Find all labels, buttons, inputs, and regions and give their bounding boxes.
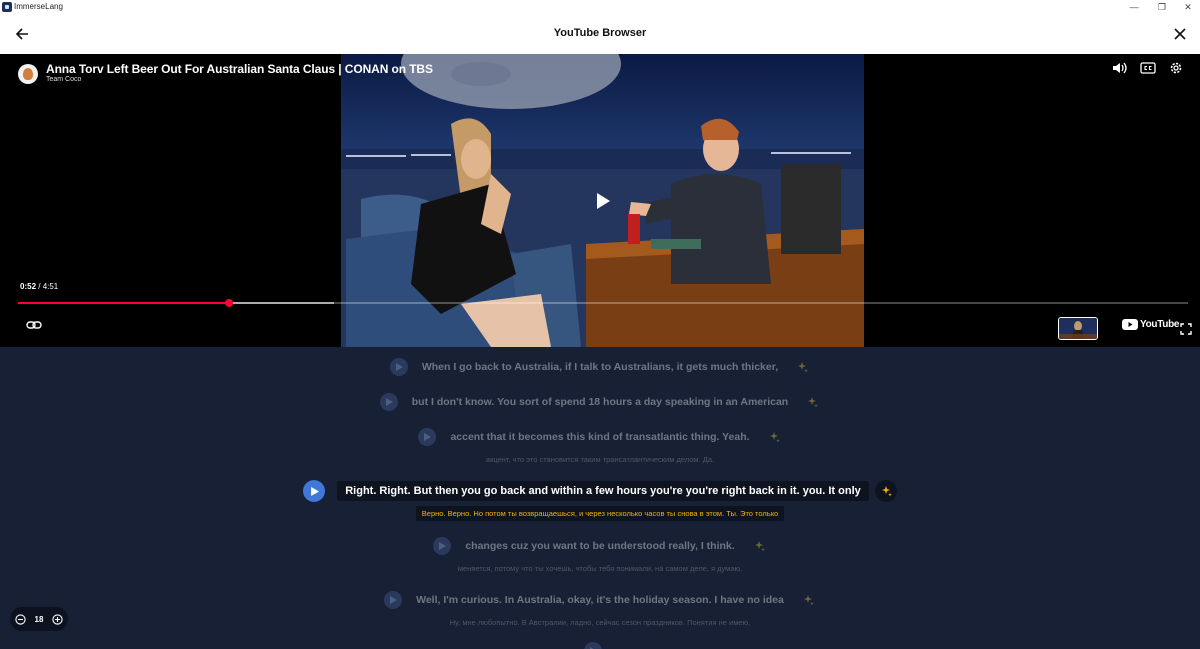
subtitle-play-button[interactable]: [379, 393, 398, 411]
settings-button[interactable]: [1166, 60, 1186, 76]
play-icon: [395, 363, 403, 371]
progress-bar[interactable]: [18, 299, 1188, 307]
volume-button[interactable]: [1110, 60, 1130, 76]
subtitle-text[interactable]: but I don't know. You sort of spend 18 h…: [412, 396, 788, 408]
sparkle-icon: [808, 397, 818, 408]
duration: 4:51: [42, 282, 59, 291]
play-button[interactable]: [592, 190, 614, 212]
subtitle-text[interactable]: When I go back to Australia, if I talk t…: [422, 361, 778, 373]
copy-link-button[interactable]: [26, 318, 42, 332]
minimize-button[interactable]: —: [1120, 0, 1148, 14]
subtitle-line[interactable]: [0, 642, 1200, 649]
close-button[interactable]: [1168, 22, 1192, 46]
ai-explain-button[interactable]: [800, 592, 816, 608]
ai-explain-button[interactable]: [804, 394, 820, 410]
video-player[interactable]: Anna Torv Left Beer Out For Australian S…: [0, 54, 1200, 347]
subtitle-line[interactable]: Well, I'm curious. In Australia, okay, i…: [0, 591, 1200, 609]
sparkle-icon: [769, 432, 780, 443]
subtitle-play-button[interactable]: [303, 480, 326, 502]
ai-explain-button[interactable]: [874, 480, 897, 502]
close-icon: [1174, 28, 1186, 40]
progress-played: [18, 302, 229, 304]
subtitle-line[interactable]: When I go back to Australia, if I talk t…: [0, 358, 1200, 376]
subtitle-line[interactable]: changes cuz you want to be understood re…: [0, 537, 1200, 555]
closed-captions-icon: [1140, 62, 1156, 74]
video-title[interactable]: Anna Torv Left Beer Out For Australian S…: [46, 62, 433, 76]
channel-name[interactable]: Team Coco: [46, 76, 81, 83]
increase-font-button[interactable]: [52, 613, 64, 625]
ai-explain-button[interactable]: [794, 359, 810, 375]
subtitle-translation-active: Верно. Верно. Но потом ты возвращаешься,…: [0, 506, 1200, 521]
subtitle-translation: меняется, потому что ты хочешь, чтобы те…: [457, 564, 743, 573]
subtitle-play-button[interactable]: [384, 591, 403, 609]
subtitle-list[interactable]: When I go back to Australia, if I talk t…: [0, 347, 1200, 649]
sparkle-icon: [803, 595, 814, 606]
volume-icon: [1113, 62, 1127, 74]
subtitle-translation: Ну, мне любопытно. В Австралии, ладно, с…: [449, 618, 751, 627]
current-time: 0:52: [20, 282, 37, 291]
translation-text: Верно. Верно. Но потом ты возвращаешься,…: [415, 506, 785, 521]
decrease-font-button[interactable]: [14, 613, 26, 625]
app-header: YouTube Browser: [0, 14, 1200, 55]
subtitle-play-button[interactable]: [389, 358, 408, 376]
play-icon: [310, 486, 319, 496]
channel-avatar[interactable]: [18, 64, 38, 84]
sparkle-icon: [798, 362, 808, 373]
subtitle-text[interactable]: Right. Right. But then you go back and w…: [337, 481, 869, 501]
app-logo-icon: [2, 2, 12, 12]
sparkle-icon: [881, 486, 892, 497]
subtitle-line-active[interactable]: Right. Right. But then you go back and w…: [0, 480, 1200, 502]
link-icon: [26, 321, 42, 329]
subtitle-translation: акцент, что это становится таким трансат…: [485, 455, 715, 464]
restore-button[interactable]: ❐: [1148, 0, 1176, 14]
os-title-bar: ImmerseLang — ❐ ✕: [0, 0, 1200, 14]
subtitle-text[interactable]: changes cuz you want to be understood re…: [465, 540, 734, 552]
play-icon: [439, 542, 447, 550]
font-size-control: 18: [10, 607, 68, 631]
play-icon: [390, 596, 398, 604]
youtube-play-logo-icon: [1122, 319, 1138, 330]
time-display: 0:52 / 4:51: [20, 282, 58, 291]
plus-circle-icon: [52, 613, 64, 625]
youtube-wordmark: YouTube: [1140, 319, 1180, 330]
fullscreen-icon: [1180, 323, 1192, 335]
ai-explain-button[interactable]: [766, 429, 782, 445]
video-thumbnail-preview[interactable]: [1058, 317, 1098, 340]
font-size-value: 18: [34, 614, 44, 624]
window-close-button[interactable]: ✕: [1174, 0, 1200, 14]
time-separator: /: [36, 282, 43, 291]
gear-icon: [1170, 62, 1182, 74]
subtitle-play-button[interactable]: [418, 428, 437, 446]
play-icon: [424, 433, 432, 441]
minus-circle-icon: [14, 613, 26, 625]
thumbnail-image: [1059, 318, 1097, 339]
fullscreen-button[interactable]: [1180, 322, 1192, 335]
progress-scrubber[interactable]: [224, 299, 233, 307]
captions-button[interactable]: [1138, 60, 1158, 76]
sparkle-icon: [754, 541, 765, 552]
subtitle-line[interactable]: but I don't know. You sort of spend 18 h…: [0, 393, 1200, 411]
ai-explain-button[interactable]: [751, 538, 767, 554]
play-icon: [597, 193, 610, 209]
page-title: YouTube Browser: [553, 27, 647, 39]
subtitle-play-button[interactable]: [584, 642, 602, 649]
play-icon: [385, 398, 393, 406]
subtitle-text[interactable]: accent that it becomes this kind of tran…: [450, 431, 749, 443]
app-name: ImmerseLang: [14, 2, 63, 11]
subtitle-line[interactable]: accent that it becomes this kind of tran…: [0, 428, 1200, 446]
youtube-logo[interactable]: YouTube: [1122, 319, 1180, 330]
subtitle-text[interactable]: Well, I'm curious. In Australia, okay, i…: [416, 594, 784, 606]
subtitle-play-button[interactable]: [433, 537, 452, 555]
